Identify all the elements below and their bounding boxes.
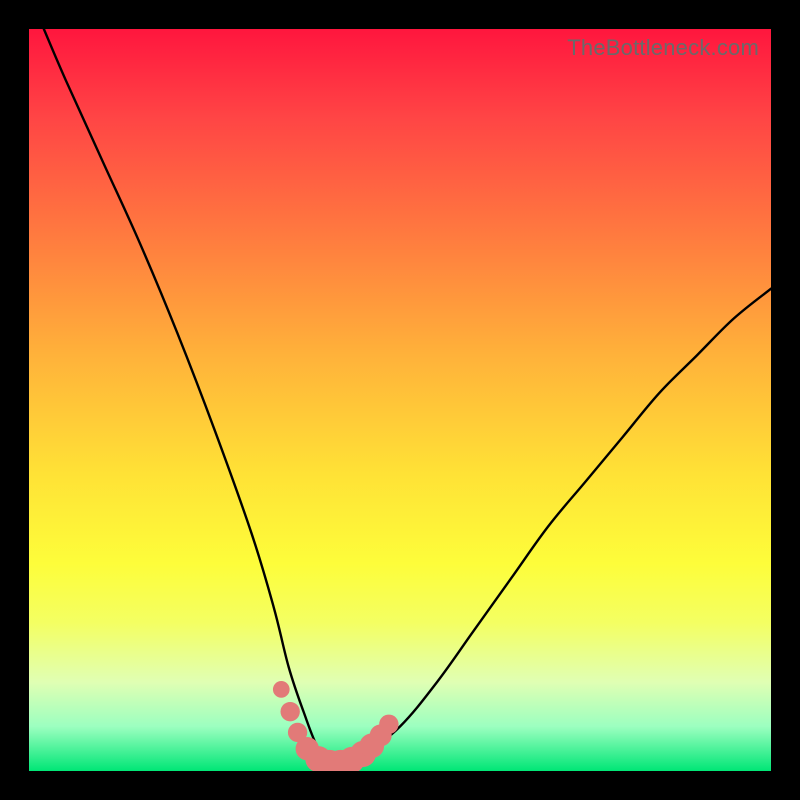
chart-plot-area: TheBottleneck.com xyxy=(29,29,771,771)
highlight-dots xyxy=(273,681,399,771)
watermark-text: TheBottleneck.com xyxy=(567,35,759,61)
chart-svg xyxy=(29,29,771,771)
highlight-dot xyxy=(379,715,398,734)
highlight-dot xyxy=(281,702,300,721)
bottleneck-curve xyxy=(44,29,771,765)
highlight-dot xyxy=(273,681,290,698)
chart-stage: TheBottleneck.com xyxy=(0,0,800,800)
